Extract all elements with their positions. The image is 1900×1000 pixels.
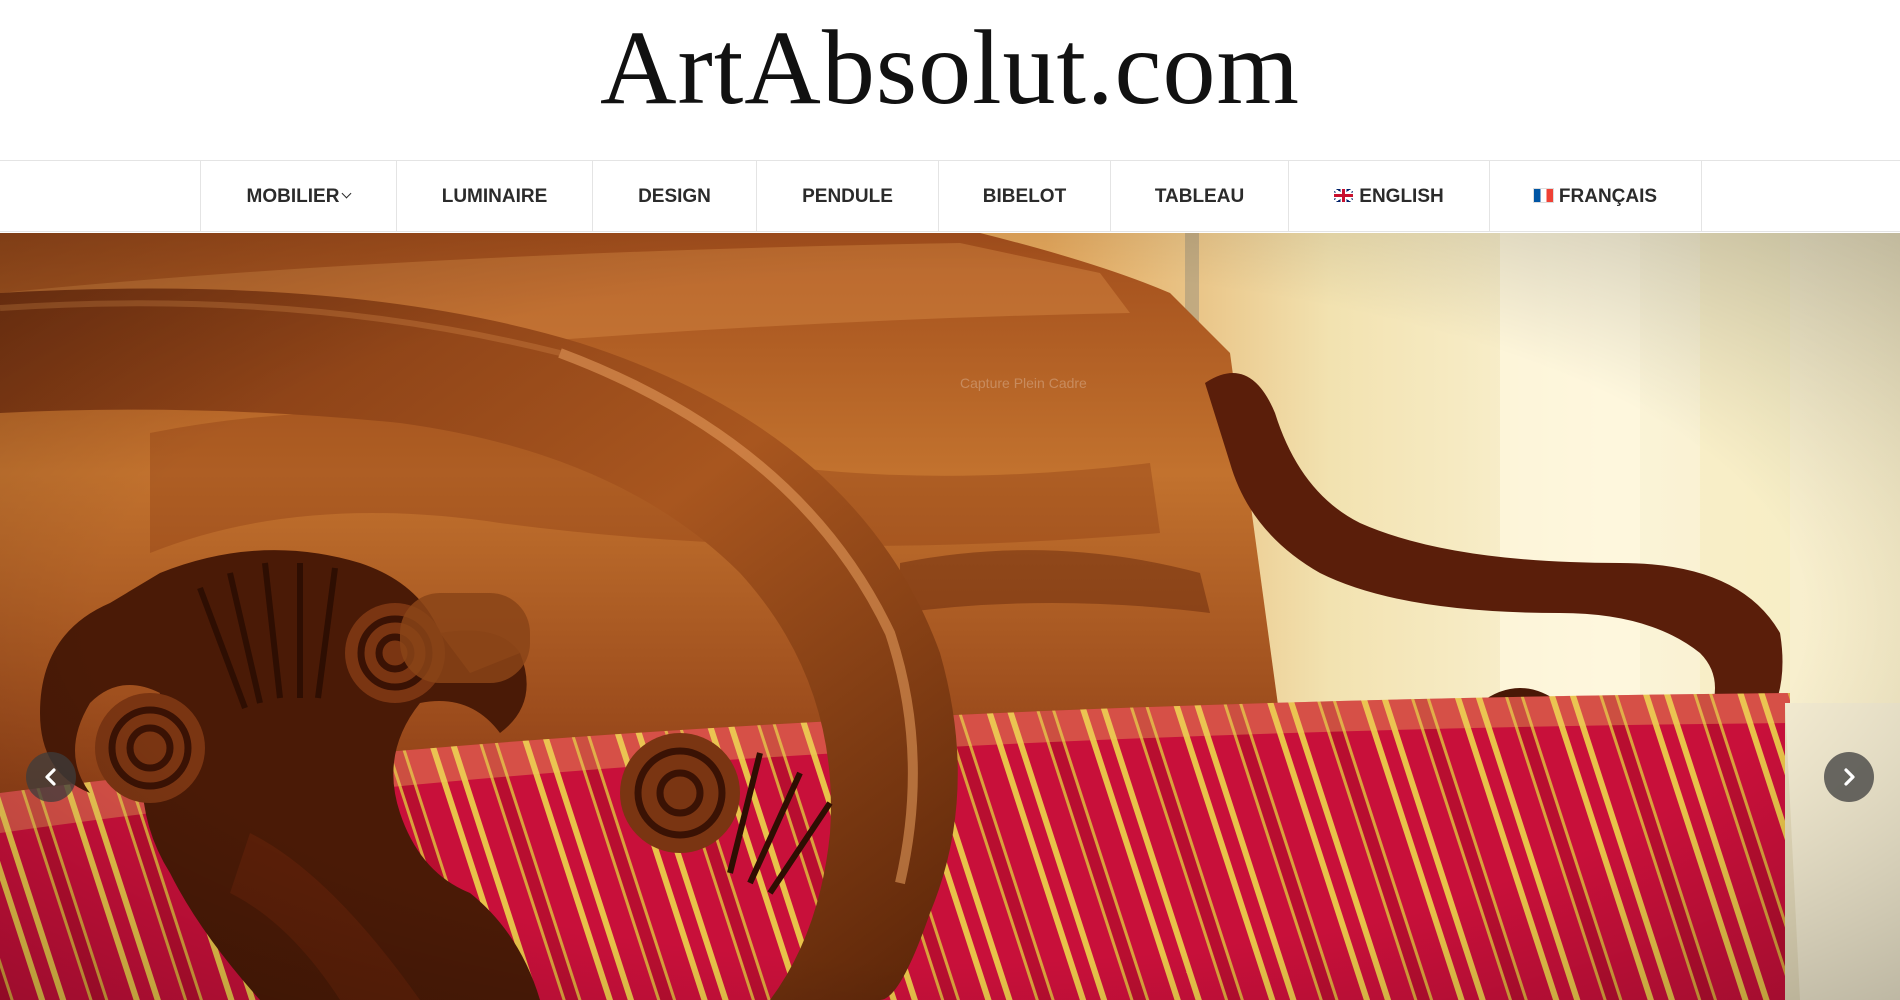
site-header: ArtAbsolut.com	[0, 0, 1900, 160]
uk-flag-icon	[1334, 189, 1354, 202]
site-logo[interactable]: ArtAbsolut.com	[0, 8, 1900, 128]
slider-prev-button[interactable]	[26, 752, 76, 802]
slider-next-button[interactable]	[1824, 752, 1874, 802]
nav-item-english[interactable]: ENGLISH	[1289, 161, 1490, 232]
nav-label-design: DESIGN	[638, 185, 711, 207]
nav-item-francais[interactable]: FRANÇAIS	[1490, 161, 1702, 232]
nav-item-mobilier[interactable]: MOBILIER	[201, 161, 397, 232]
nav-item-tableau[interactable]: TABLEAU	[1111, 161, 1289, 232]
main-nav: MOBILIER LUMINAIRE DESIGN PENDULE BIBELO…	[0, 160, 1900, 232]
nav-list: MOBILIER LUMINAIRE DESIGN PENDULE BIBELO…	[200, 161, 1702, 232]
nav-item-bibelot[interactable]: BIBELOT	[939, 161, 1111, 232]
chevron-left-icon	[45, 768, 56, 786]
image-watermark: Capture Plein Cadre	[960, 375, 1087, 391]
france-flag-icon	[1532, 188, 1554, 203]
hero-slider: Capture Plein Cadre	[0, 233, 1900, 1000]
nav-item-luminaire[interactable]: LUMINAIRE	[397, 161, 593, 232]
chevron-right-icon	[1844, 768, 1855, 786]
nav-label-bibelot: BIBELOT	[982, 185, 1067, 207]
nav-item-design[interactable]: DESIGN	[593, 161, 757, 232]
nav-label-pendule: PENDULE	[802, 185, 893, 207]
chevron-down-icon	[341, 188, 352, 199]
nav-label-tableau: TABLEAU	[1154, 185, 1245, 207]
page: ArtAbsolut.com MOBILIER LUMINAIRE DESIGN…	[0, 0, 1900, 1000]
nav-label-english: ENGLISH	[1359, 185, 1444, 207]
nav-label-francais: FRANÇAIS	[1558, 185, 1658, 207]
nav-item-pendule[interactable]: PENDULE	[757, 161, 939, 232]
hero-image	[0, 233, 1900, 1000]
nav-label-luminaire: LUMINAIRE	[441, 185, 548, 207]
nav-label-mobilier: MOBILIER	[246, 185, 340, 207]
